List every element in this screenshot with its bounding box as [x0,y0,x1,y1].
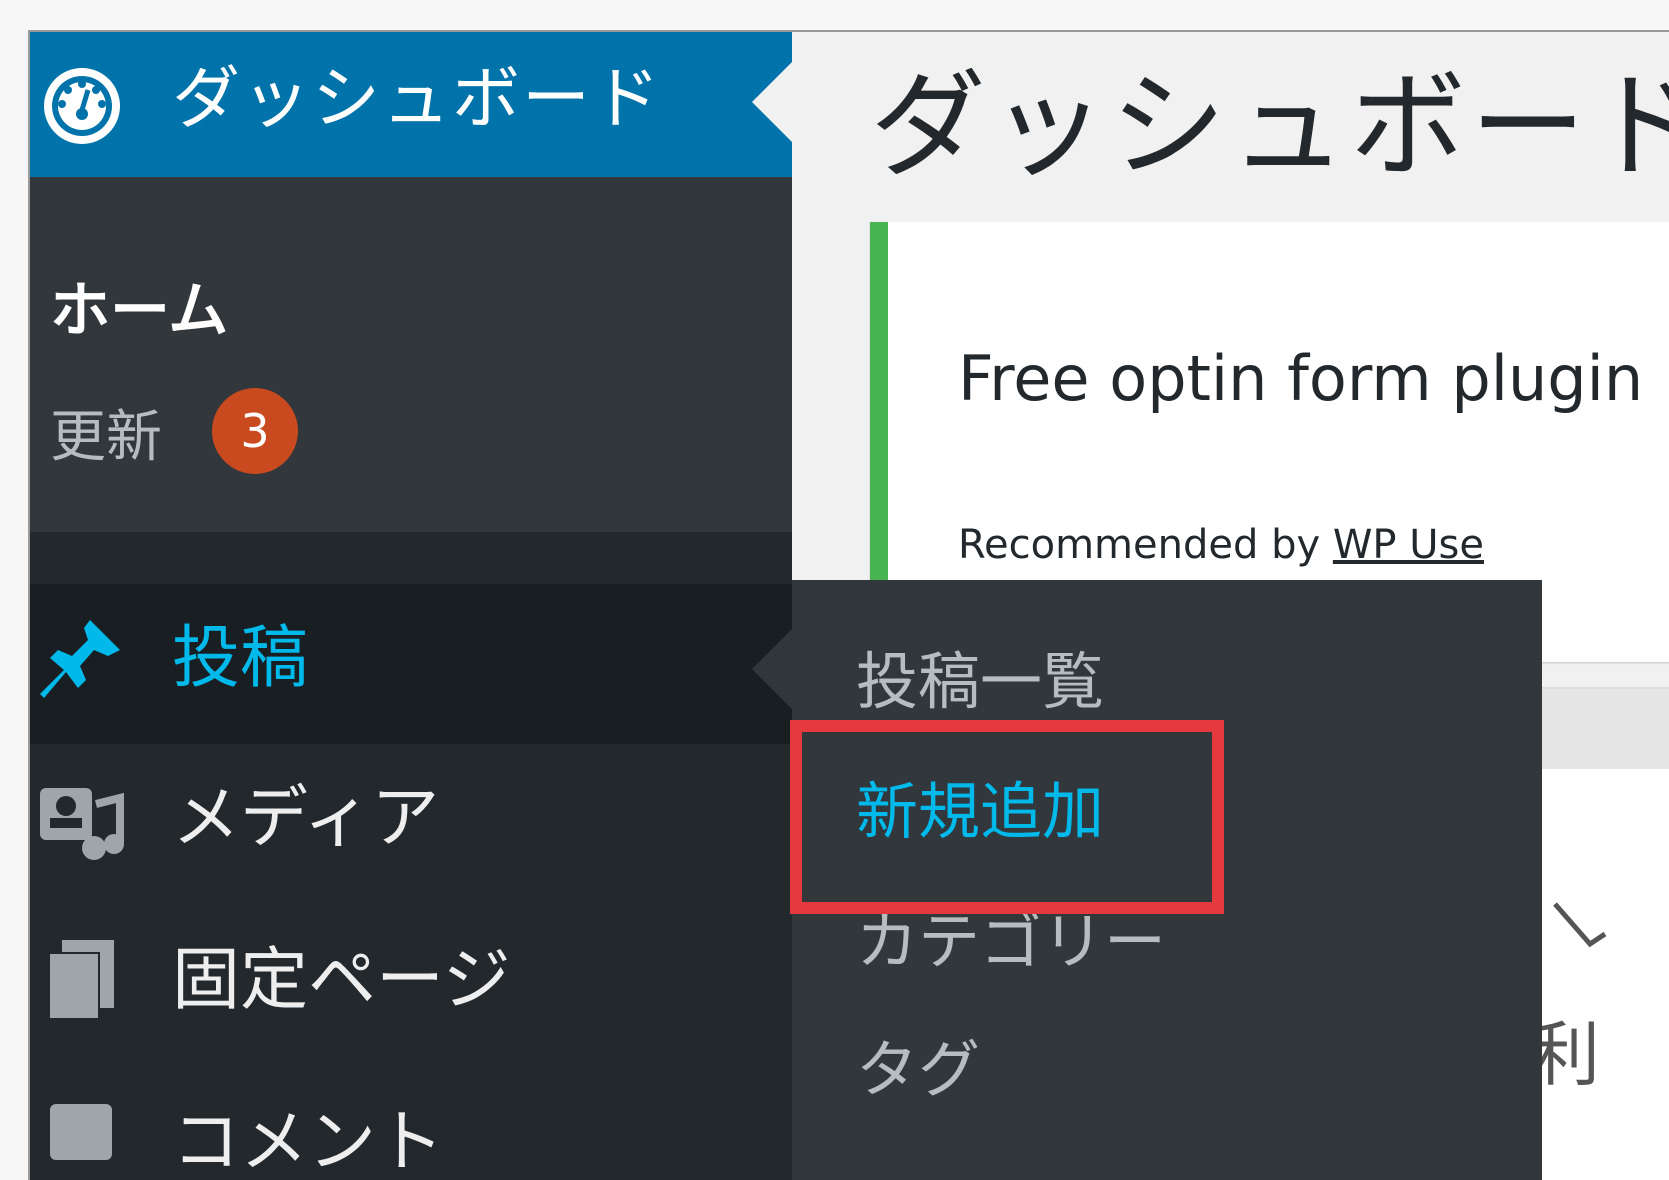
sidebar-item-posts[interactable]: 投稿 [30,584,792,744]
sidebar-item-label: 投稿 [172,619,309,698]
comments-icon [50,1104,112,1160]
sidebar-item-dashboard[interactable]: ダッシュボード [30,32,792,177]
pushpin-icon [40,620,120,698]
notice-link[interactable]: WP Use [1333,522,1484,568]
dashboard-gauge-icon [44,68,120,144]
flyout-item-categories[interactable]: カテゴリー [856,902,1166,982]
update-count-badge: 3 [212,388,298,474]
page-title: ダッシュボード [870,59,1669,194]
flyout-item-all-posts[interactable]: 投稿一覧 [856,642,1104,722]
submenu-item-home[interactable]: ホーム [50,262,228,349]
decorative-line-icon [1553,902,1607,948]
sidebar-item-label: ダッシュボード [172,60,663,139]
admin-window: ダッシュボード Free optin form plugin Recommend… [28,30,1669,1180]
sidebar-item-media[interactable]: メディア [30,744,792,904]
submenu-item-updates[interactable]: 更新 [50,392,162,473]
pages-icon [48,940,114,1020]
notice-sub-prefix: Recommended by [958,522,1333,568]
sidebar-item-label: メディア [172,779,440,858]
posts-flyout-submenu: 投稿一覧 新規追加 カテゴリー タグ [792,580,1542,1180]
dashboard-submenu: ホーム 更新 3 [30,177,792,532]
flyout-item-add-new[interactable]: 新規追加 [856,772,1104,852]
sidebar-item-label: 固定ページ [172,941,511,1020]
sidebar-item-pages[interactable]: 固定ページ [30,904,792,1064]
sidebar-item-label: コメント [172,1103,445,1180]
flyout-item-tags[interactable]: タグ [856,1030,980,1110]
flyout-arrow [752,629,792,709]
current-menu-arrow [752,62,792,142]
media-icon [40,788,124,860]
sidebar-item-comments[interactable]: コメント [30,1064,792,1180]
notice-text: Free optin form plugin [958,342,1644,415]
admin-sidebar: ダッシュボード ホーム 更新 3 投稿 メディア 固定ページ コメント [30,32,792,1180]
notice-sub: Recommended by WP Use [958,522,1484,568]
